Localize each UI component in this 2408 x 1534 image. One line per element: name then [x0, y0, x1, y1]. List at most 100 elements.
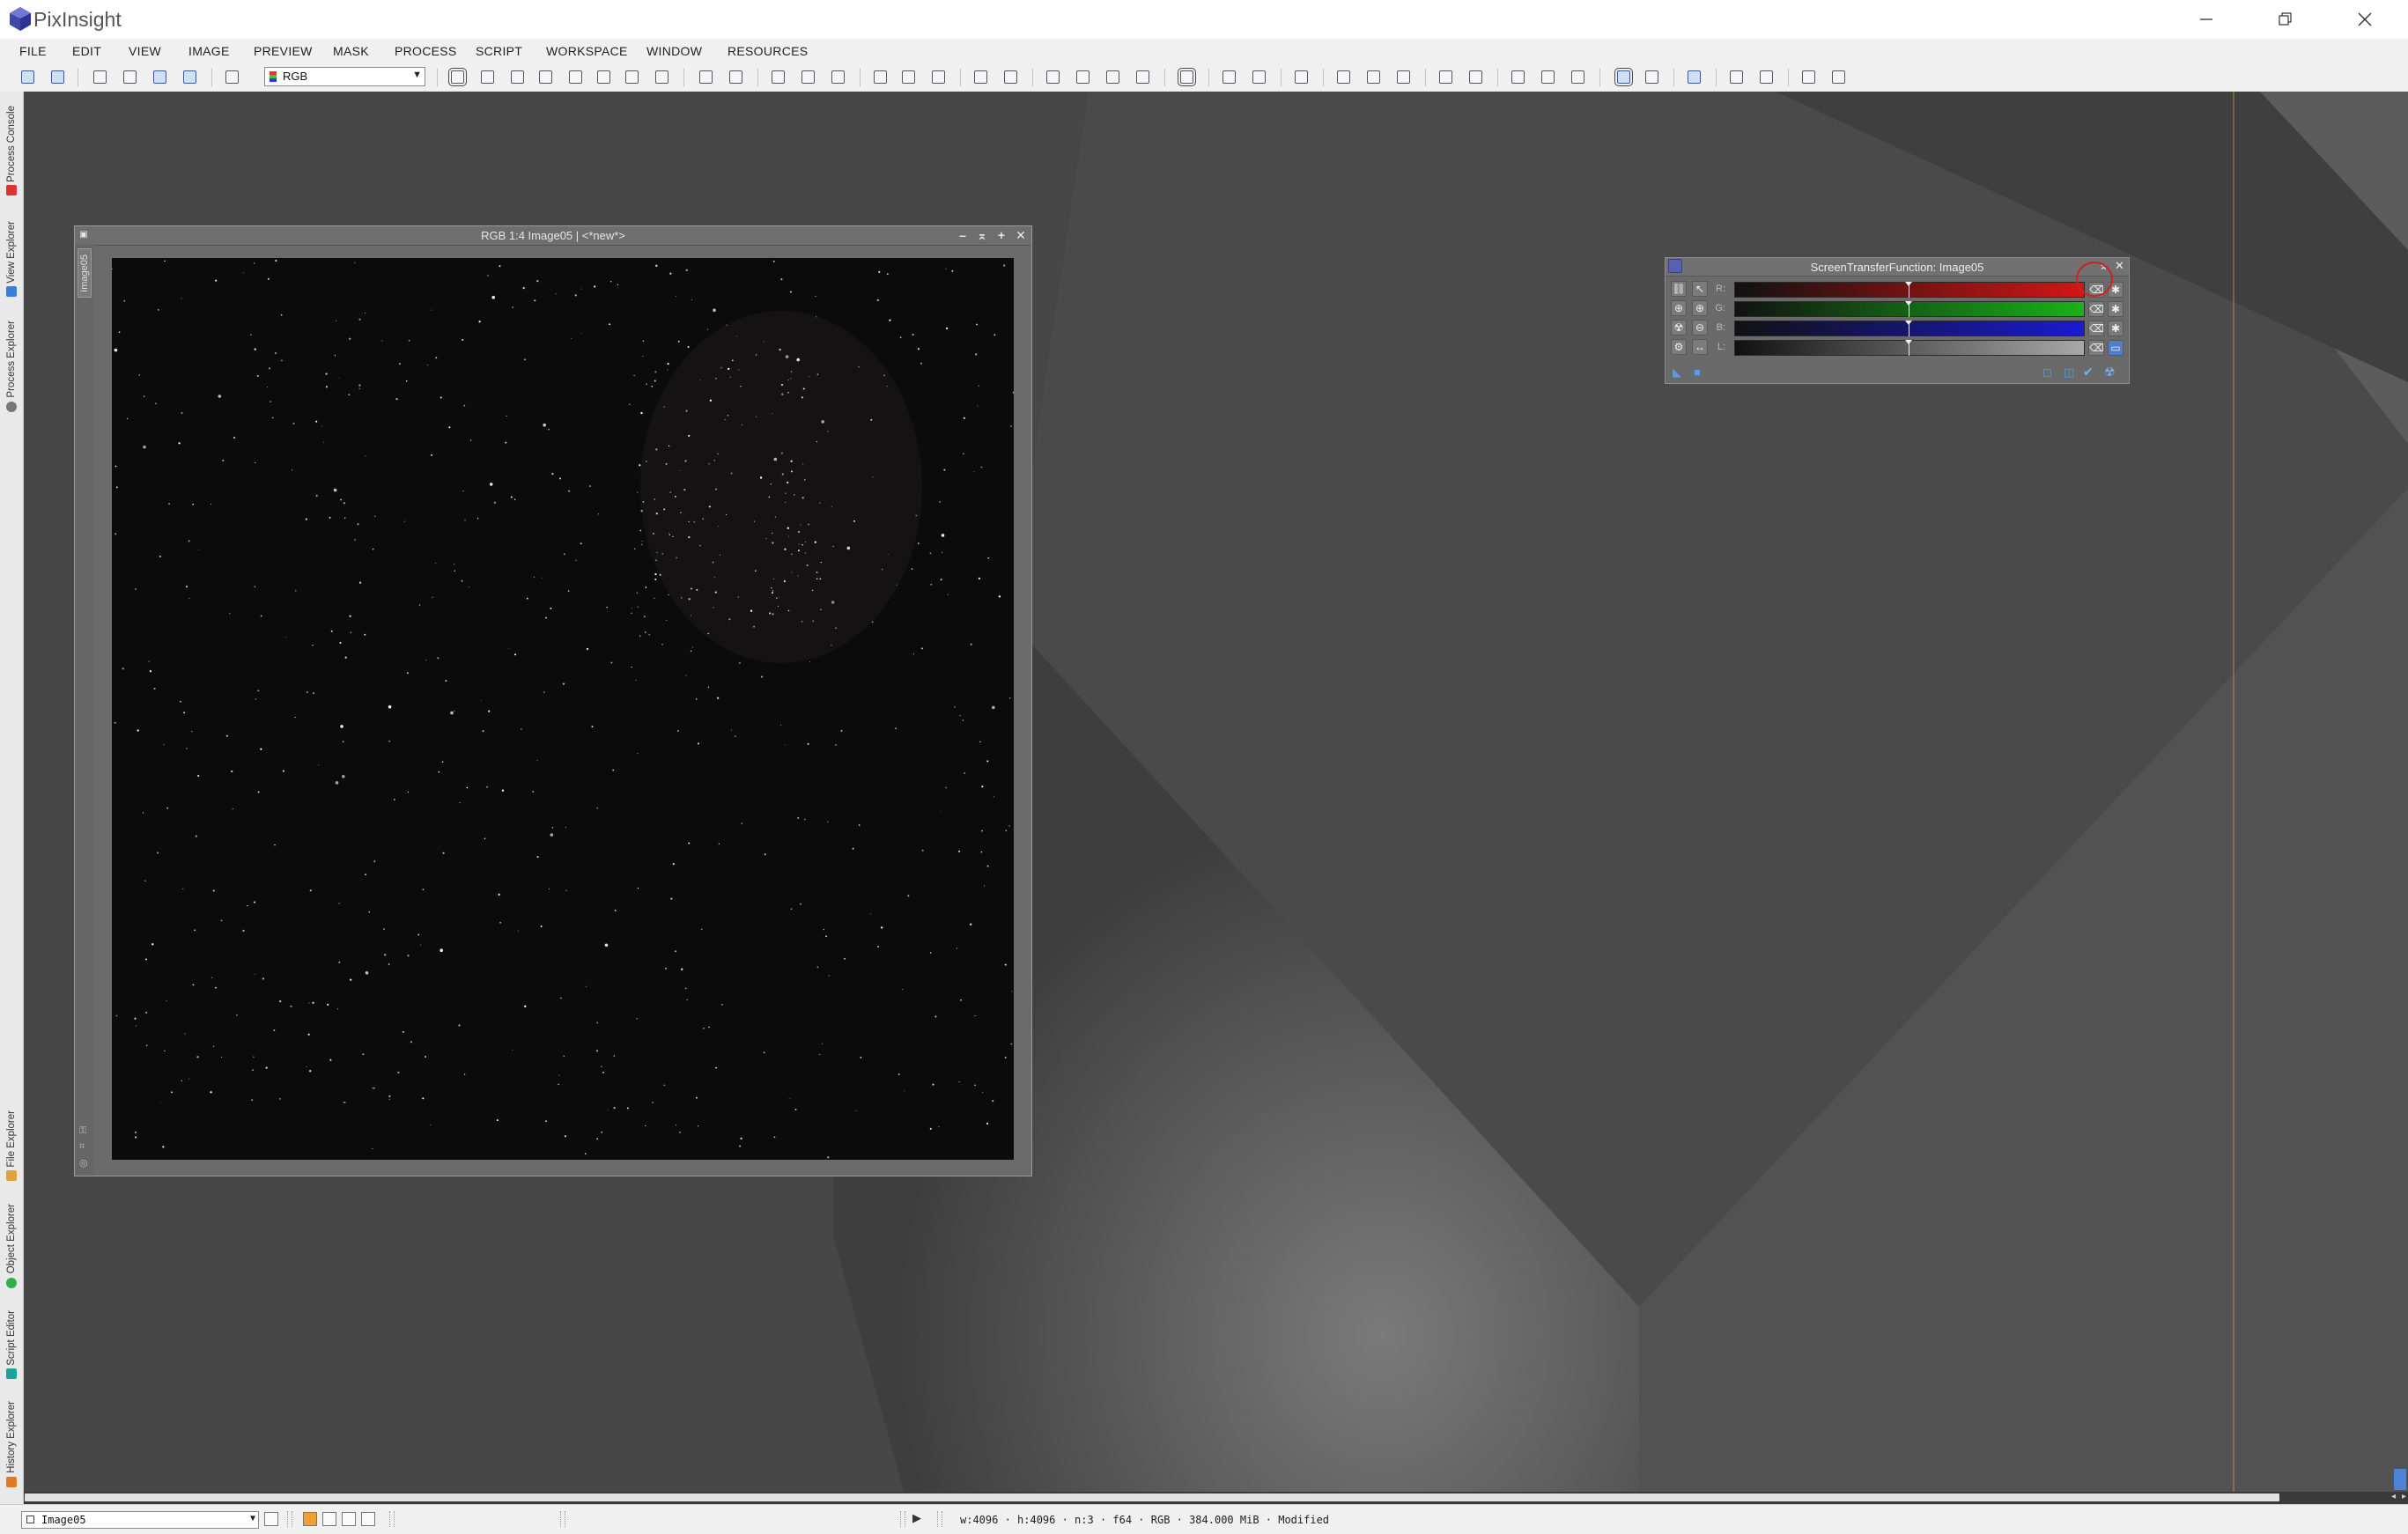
menu-process[interactable]: PROCESS: [395, 44, 457, 58]
reset-b-icon[interactable]: ⌫: [2088, 321, 2104, 336]
fit-views-icon[interactable]: [1004, 70, 1017, 84]
new-instance-icon[interactable]: ◣: [1673, 365, 1681, 380]
window-red-1-icon[interactable]: [1730, 70, 1743, 84]
channel-bar-r[interactable]: [1734, 282, 2085, 298]
zoom-in-icon[interactable]: [699, 70, 713, 84]
explorer-toggle-2-icon[interactable]: [1469, 70, 1482, 84]
new-preview-icon[interactable]: [597, 70, 610, 84]
selection-arrow-icon[interactable]: [655, 70, 668, 84]
zoom-fit-window-icon[interactable]: [511, 70, 524, 84]
center-view-icon[interactable]: [569, 70, 582, 84]
cascade-icon[interactable]: [902, 70, 915, 84]
menu-file[interactable]: FILE: [19, 44, 47, 58]
wrench-icon[interactable]: ⚙: [1671, 339, 1687, 355]
mask-add-icon[interactable]: [1046, 70, 1060, 84]
channel-bar-g[interactable]: [1734, 301, 2085, 317]
stf-titlebar[interactable]: ScreenTransferFunction: Image05 ⌅ ✕: [1666, 258, 2129, 277]
pan-mode-icon[interactable]: [539, 70, 552, 84]
menu-edit[interactable]: EDIT: [72, 44, 101, 58]
channel-bar-l[interactable]: [1734, 340, 2085, 356]
close-icon[interactable]: ✕: [2115, 259, 2124, 273]
process-icon[interactable]: [1222, 70, 1236, 84]
image-canvas[interactable]: [112, 258, 1014, 1160]
radiation-icon[interactable]: ☢: [1671, 320, 1687, 336]
open-image-icon[interactable]: [123, 70, 137, 84]
workspace-2-icon[interactable]: [1541, 70, 1555, 84]
color-swatch-4[interactable]: [361, 1512, 375, 1526]
lock-icon[interactable]: ⚿: [79, 1125, 86, 1137]
save-image-icon[interactable]: [153, 70, 166, 84]
edit-preview-icon[interactable]: [625, 70, 639, 84]
menu-workspace[interactable]: WORKSPACE: [546, 44, 628, 58]
workspace-3-icon[interactable]: [1571, 70, 1584, 84]
menu-resources[interactable]: RESOURCES: [728, 44, 808, 58]
close-icon[interactable]: ✕: [1014, 227, 1028, 243]
menu-window[interactable]: WINDOW: [646, 44, 702, 58]
zoom-out-icon[interactable]: ⊖: [1692, 320, 1708, 336]
menu-view[interactable]: VIEW: [129, 44, 161, 58]
display-icon[interactable]: [1614, 68, 1633, 86]
color-swatch-3[interactable]: [342, 1512, 356, 1526]
zoom-fit-icon[interactable]: [481, 70, 494, 84]
zoom-in-icon[interactable]: ⊕: [1671, 300, 1687, 316]
display-2-icon[interactable]: [1645, 70, 1658, 84]
image-tab[interactable]: Image05: [78, 248, 92, 298]
channel-bar-b[interactable]: [1734, 321, 2085, 336]
scrollbar-thumb[interactable]: [25, 1493, 2279, 1501]
stf-window[interactable]: ScreenTransferFunction: Image05 ⌅ ✕ ⛓ ↖ …: [1665, 257, 2130, 384]
readout-mode-icon[interactable]: [448, 68, 467, 86]
browse-documentation-icon[interactable]: ◻: [2042, 365, 2052, 380]
close-button[interactable]: [2325, 0, 2404, 39]
scroll-right-icon[interactable]: ▸: [2402, 1492, 2406, 1501]
shade-icon[interactable]: ⌅: [975, 227, 989, 243]
zoom-icon[interactable]: ⊕: [1692, 300, 1708, 316]
monitor-icon[interactable]: ▭: [2108, 340, 2124, 356]
grid-icon[interactable]: ⌗: [79, 1141, 85, 1153]
camera-icon[interactable]: ◎: [79, 1157, 88, 1169]
menu-preview[interactable]: PREVIEW: [254, 44, 313, 58]
preview-icon-1[interactable]: [1337, 70, 1350, 84]
minimize-icon[interactable]: –: [956, 227, 970, 243]
history-explorer-tab[interactable]: History Explorer: [3, 1393, 20, 1495]
zoom-1-2-icon[interactable]: [801, 70, 815, 84]
process-console-tab[interactable]: Process Console: [3, 97, 20, 204]
channel-options-g-icon[interactable]: ✱: [2108, 301, 2124, 317]
mask-invert-icon[interactable]: [1106, 70, 1119, 84]
horizontal-scrollbar[interactable]: ◂ ▸: [23, 1492, 2408, 1504]
channel-select[interactable]: RGB ▼: [264, 67, 425, 86]
tile-icon[interactable]: [874, 70, 887, 84]
menu-image[interactable]: IMAGE: [188, 44, 230, 58]
apply-global-icon[interactable]: ■: [1694, 365, 1701, 379]
save-as-icon[interactable]: [183, 70, 196, 84]
view-select[interactable]: Image05 ▼: [21, 1511, 259, 1529]
window-yellow-2-icon[interactable]: [1832, 70, 1845, 84]
new-image-icon[interactable]: [93, 70, 107, 84]
auto-stretch-button[interactable]: ☢: [2104, 365, 2116, 380]
reset-g-icon[interactable]: ⌫: [2088, 301, 2104, 317]
menu-script[interactable]: SCRIPT: [476, 44, 522, 58]
stf-enable-icon[interactable]: [1178, 68, 1196, 86]
play-icon[interactable]: ▶: [912, 1511, 927, 1527]
menu-mask[interactable]: MASK: [333, 44, 369, 58]
zoom-out-icon[interactable]: [729, 70, 742, 84]
minimize-button[interactable]: [2167, 0, 2246, 39]
channel-options-b-icon[interactable]: ✱: [2108, 321, 2124, 336]
mask-show-icon[interactable]: [1136, 70, 1149, 84]
view-explorer-tab[interactable]: View Explorer: [3, 210, 20, 308]
script-icon[interactable]: [1295, 70, 1308, 84]
file-explorer-tab[interactable]: File Explorer: [3, 1101, 20, 1191]
object-explorer-tab[interactable]: Object Explorer: [3, 1196, 20, 1296]
zoom-1-1-icon[interactable]: [772, 70, 785, 84]
resize-corner-icon[interactable]: [2394, 1469, 2406, 1490]
zoom-1-4-icon[interactable]: [831, 70, 845, 84]
preferences-icon[interactable]: ◫: [2064, 365, 2074, 380]
image-window-titlebar[interactable]: ▣ RGB 1:4 Image05 | <*new*> – ⌅ + ✕: [75, 226, 1031, 246]
explorer-toggle-icon[interactable]: [1439, 70, 1452, 84]
restore-button[interactable]: [2246, 0, 2325, 39]
monitor-icon[interactable]: [1688, 70, 1701, 84]
link-channels-icon[interactable]: ⛓: [1671, 281, 1687, 297]
image-properties-icon[interactable]: [225, 70, 239, 84]
pan-icon[interactable]: ↔: [1692, 339, 1708, 355]
undo-icon[interactable]: [21, 70, 34, 84]
maximize-icon[interactable]: +: [994, 227, 1008, 243]
